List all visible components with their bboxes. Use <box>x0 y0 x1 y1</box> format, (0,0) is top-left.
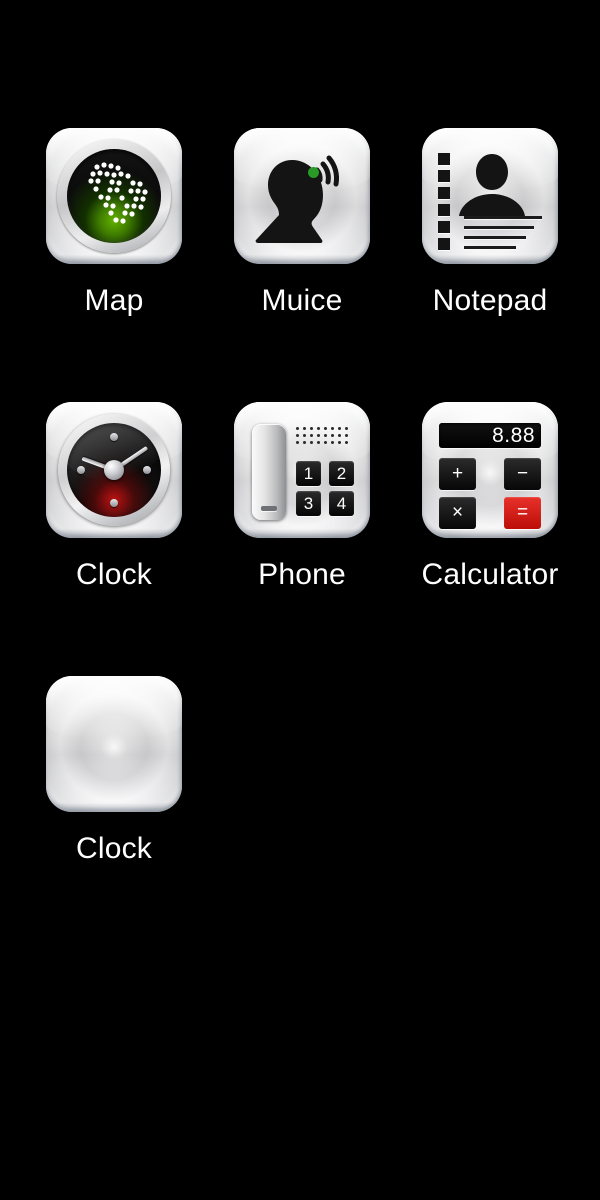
calculator-icon: 8.88 + − × = <box>422 402 558 538</box>
status-dot-icon <box>308 167 319 178</box>
phone-key-1[interactable]: 1 <box>296 461 321 486</box>
app-label-muice: Muice <box>261 284 343 317</box>
map-globe-radar-icon <box>46 128 182 264</box>
app-tile-calculator[interactable]: 8.88 + − × = <box>422 402 558 538</box>
app-item-map[interactable]: Map <box>46 128 182 401</box>
app-item-clock-blank[interactable]: Clock <box>46 676 182 949</box>
app-label-clock: Clock <box>75 558 152 591</box>
app-launcher-home-screen: Map Muice Notepad Clock 1 2 3 4 Phone 8.… <box>0 0 600 1200</box>
app-label-map: Map <box>84 284 144 317</box>
app-tile-clock[interactable] <box>46 402 182 538</box>
speaker-grille-icon <box>296 427 354 449</box>
calculator-display: 8.88 <box>439 423 541 448</box>
notepad-contact-card-icon <box>422 128 558 264</box>
app-item-calculator[interactable]: 8.88 + − × = Calculator <box>421 402 559 675</box>
app-icon-grid: Map Muice Notepad Clock 1 2 3 4 Phone 8.… <box>46 128 558 949</box>
calculator-key-minus[interactable]: − <box>504 458 541 490</box>
app-item-muice[interactable]: Muice <box>234 128 370 401</box>
calculator-key-multiply[interactable]: × <box>439 497 476 529</box>
app-label-notepad: Notepad <box>432 284 548 317</box>
app-item-notepad[interactable]: Notepad <box>422 128 558 401</box>
phone-key-4[interactable]: 4 <box>329 491 354 516</box>
app-tile-clock-blank[interactable] <box>46 676 182 812</box>
calculator-key-plus[interactable]: + <box>439 458 476 490</box>
calculator-key-equals[interactable]: = <box>504 497 541 529</box>
app-tile-notepad[interactable] <box>422 128 558 264</box>
app-label-clock-blank: Clock <box>75 832 152 865</box>
app-tile-phone[interactable]: 1 2 3 4 <box>234 402 370 538</box>
blank-brushed-metal-icon <box>46 676 182 812</box>
phone-desk-handset-icon: 1 2 3 4 <box>234 402 370 538</box>
app-tile-map[interactable] <box>46 128 182 264</box>
clock-analog-face-icon <box>46 402 182 538</box>
voice-person-soundwave-icon <box>234 128 370 264</box>
phone-key-2[interactable]: 2 <box>329 461 354 486</box>
app-item-phone[interactable]: 1 2 3 4 Phone <box>234 402 370 675</box>
phone-key-3[interactable]: 3 <box>296 491 321 516</box>
app-item-clock[interactable]: Clock <box>46 402 182 675</box>
app-label-phone: Phone <box>258 558 346 591</box>
app-tile-muice[interactable] <box>234 128 370 264</box>
app-label-calculator: Calculator <box>421 558 559 591</box>
